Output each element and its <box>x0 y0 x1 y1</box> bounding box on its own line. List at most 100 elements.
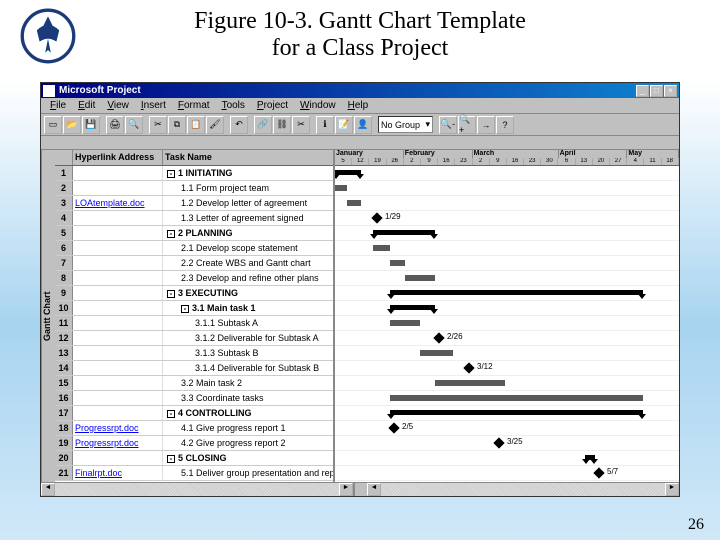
task-bar[interactable] <box>435 380 505 386</box>
cell-taskname[interactable]: 1.1 Form project team <box>163 181 333 195</box>
save-button[interactable]: 💾 <box>82 116 100 134</box>
assign-button[interactable]: 👤 <box>354 116 372 134</box>
summary-bar[interactable] <box>390 305 435 310</box>
milestone-icon[interactable] <box>388 422 399 433</box>
cell-hyperlink[interactable] <box>73 286 163 300</box>
cell-hyperlink[interactable] <box>73 271 163 285</box>
cell-hyperlink[interactable] <box>73 451 163 465</box>
scroll-right-button-2[interactable]: ► <box>665 483 679 496</box>
menu-insert[interactable]: Insert <box>136 100 171 111</box>
cut-button[interactable]: ✂ <box>149 116 167 134</box>
summary-bar[interactable] <box>585 455 595 460</box>
col-hyperlink[interactable]: Hyperlink Address <box>73 150 163 165</box>
task-bar[interactable] <box>335 185 347 191</box>
table-row[interactable]: 82.3 Develop and refine other plans <box>55 271 333 286</box>
cell-hyperlink[interactable] <box>73 226 163 240</box>
menu-file[interactable]: File <box>45 100 71 111</box>
cell-taskname[interactable]: 3.1.4 Deliverable for Subtask B <box>163 361 333 375</box>
menu-window[interactable]: Window <box>295 100 341 111</box>
cell-taskname[interactable]: 3.1.3 Subtask B <box>163 346 333 360</box>
split-button[interactable]: ✂ <box>292 116 310 134</box>
cell-hyperlink[interactable]: Progressrpt.doc <box>73 436 163 450</box>
horizontal-scrollbar[interactable]: ◄ ► ◄ ► <box>41 482 679 496</box>
table-row[interactable]: 13 3.1.3 Subtask B <box>55 346 333 361</box>
milestone-icon[interactable] <box>433 332 444 343</box>
task-bar[interactable] <box>405 275 435 281</box>
milestone-icon[interactable] <box>463 362 474 373</box>
milestone-icon[interactable] <box>593 467 604 478</box>
table-row[interactable]: 10-3.1 Main task 1 <box>55 301 333 316</box>
row-number[interactable]: 13 <box>55 346 73 360</box>
cell-hyperlink[interactable] <box>73 181 163 195</box>
open-button[interactable]: 📂 <box>63 116 81 134</box>
task-bar[interactable] <box>347 200 361 206</box>
menu-edit[interactable]: Edit <box>73 100 100 111</box>
summary-bar[interactable] <box>335 170 361 175</box>
row-number[interactable]: 11 <box>55 316 73 330</box>
table-row[interactable]: 123.1.2 Deliverable for Subtask A <box>55 331 333 346</box>
info-button[interactable]: ℹ <box>316 116 334 134</box>
task-bar[interactable] <box>390 395 643 401</box>
task-bar[interactable] <box>420 350 453 356</box>
maximize-button[interactable]: □ <box>650 85 663 97</box>
row-number[interactable]: 2 <box>55 181 73 195</box>
cell-hyperlink[interactable]: LOAtemplate.doc <box>73 196 163 210</box>
row-number[interactable]: 7 <box>55 256 73 270</box>
row-number[interactable]: 9 <box>55 286 73 300</box>
cell-taskname[interactable]: -3.1 Main task 1 <box>163 301 333 315</box>
cell-hyperlink[interactable]: Finalrpt.doc <box>73 466 163 480</box>
zoom-in-button[interactable]: 🔍+ <box>458 116 476 134</box>
row-number[interactable]: 19 <box>55 436 73 450</box>
table-row[interactable]: 1-1 INITIATING <box>55 166 333 181</box>
cell-taskname[interactable]: -3 EXECUTING <box>163 286 333 300</box>
row-number[interactable]: 20 <box>55 451 73 465</box>
menu-view[interactable]: View <box>102 100 134 111</box>
table-row[interactable]: 163.3 Coordinate tasks <box>55 391 333 406</box>
menu-tools[interactable]: Tools <box>217 100 250 111</box>
help-button[interactable]: ? <box>496 116 514 134</box>
table-row[interactable]: 2 1.1 Form project team <box>55 181 333 196</box>
link-button[interactable]: 🔗 <box>254 116 272 134</box>
row-number[interactable]: 21 <box>55 466 73 480</box>
outline-toggle-icon[interactable]: - <box>167 410 175 418</box>
row-number[interactable]: 12 <box>55 331 73 345</box>
menu-project[interactable]: Project <box>252 100 293 111</box>
copy-button[interactable]: ⧉ <box>168 116 186 134</box>
cell-taskname[interactable]: -4 CONTROLLING <box>163 406 333 420</box>
goto-button[interactable]: → <box>477 116 495 134</box>
milestone-icon[interactable] <box>493 437 504 448</box>
row-number[interactable]: 16 <box>55 391 73 405</box>
outline-toggle-icon[interactable]: - <box>167 170 175 178</box>
table-row[interactable]: 11 3.1.1 Subtask A <box>55 316 333 331</box>
table-row[interactable]: 21Finalrpt.doc5.1 Deliver group presenta… <box>55 466 333 481</box>
summary-bar[interactable] <box>390 410 643 415</box>
table-row[interactable]: 20-5 CLOSING <box>55 451 333 466</box>
table-row[interactable]: 41.3 Letter of agreement signed <box>55 211 333 226</box>
cell-taskname[interactable]: 3.1.1 Subtask A <box>163 316 333 330</box>
table-row[interactable]: 72.2 Create WBS and Gantt chart <box>55 256 333 271</box>
cell-taskname[interactable]: 5.1 Deliver group presentation and repor… <box>163 466 333 480</box>
scroll-left-button-2[interactable]: ◄ <box>367 483 381 496</box>
new-button[interactable]: ▭ <box>44 116 62 134</box>
row-number[interactable]: 15 <box>55 376 73 390</box>
row-number[interactable]: 17 <box>55 406 73 420</box>
view-tab-gantt[interactable]: Gantt Chart <box>41 150 55 482</box>
cell-hyperlink[interactable] <box>73 391 163 405</box>
row-number[interactable]: 8 <box>55 271 73 285</box>
scroll-left-button[interactable]: ◄ <box>41 483 55 496</box>
group-combo[interactable]: No Group▾ <box>378 116 433 133</box>
row-number[interactable]: 18 <box>55 421 73 435</box>
menu-help[interactable]: Help <box>343 100 374 111</box>
minimize-button[interactable]: _ <box>636 85 649 97</box>
paste-button[interactable]: 📋 <box>187 116 205 134</box>
outline-toggle-icon[interactable]: - <box>181 305 189 313</box>
outline-toggle-icon[interactable]: - <box>167 230 175 238</box>
table-row[interactable]: 5-2 PLANNING <box>55 226 333 241</box>
note-button[interactable]: 📝 <box>335 116 353 134</box>
cell-hyperlink[interactable] <box>73 241 163 255</box>
cell-hyperlink[interactable]: Progressrpt.doc <box>73 421 163 435</box>
table-row[interactable]: 3LOAtemplate.doc1.2 Develop letter of ag… <box>55 196 333 211</box>
cell-taskname[interactable]: 1.3 Letter of agreement signed <box>163 211 333 225</box>
unlink-button[interactable]: ⛓ <box>273 116 291 134</box>
col-taskname[interactable]: Task Name <box>163 150 333 165</box>
